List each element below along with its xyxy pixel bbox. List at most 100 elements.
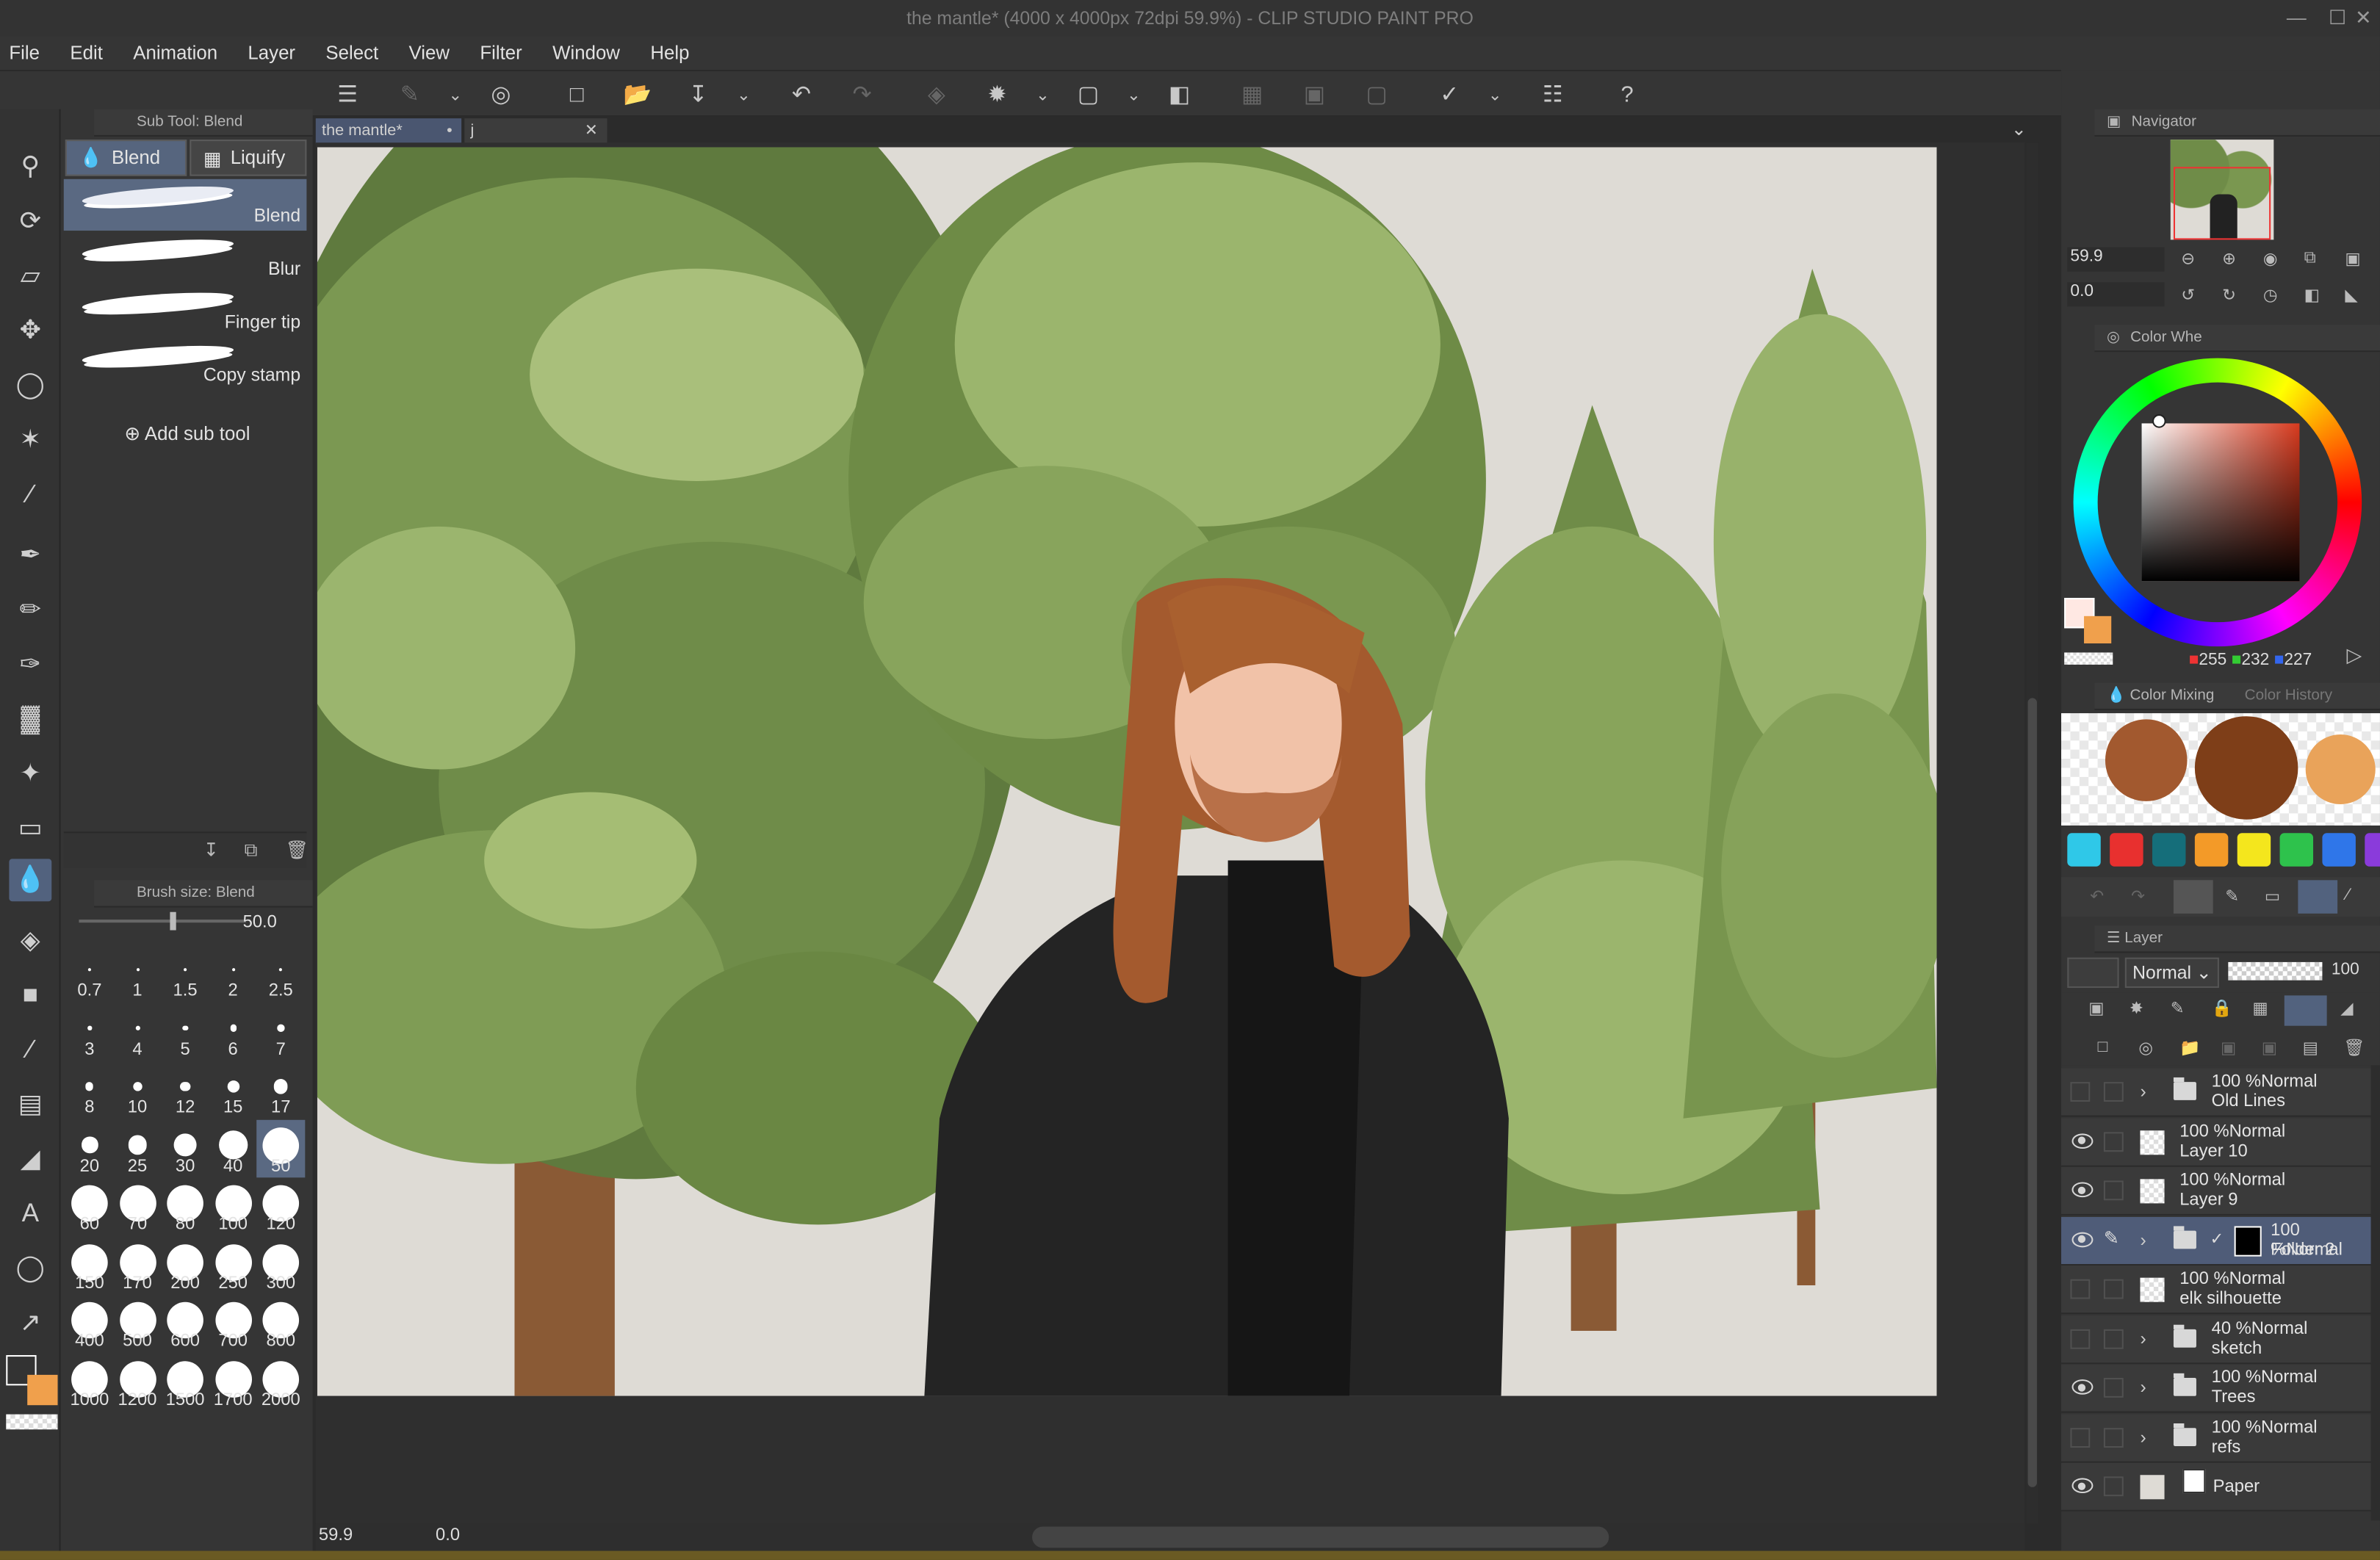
layer-scrollbar[interactable] (2370, 1065, 2380, 1521)
edit-toggle[interactable] (2103, 1131, 2124, 1152)
color-swatch[interactable] (2365, 833, 2380, 867)
brush-size-preset[interactable]: 80 (161, 1177, 209, 1235)
brush-size-preset[interactable]: 100 (209, 1177, 257, 1235)
brush-size-preset[interactable]: 700 (209, 1294, 257, 1352)
eraser-tool-icon[interactable]: ▭ (9, 807, 51, 850)
reference-chevron-icon[interactable]: ⌄ (1480, 79, 1510, 109)
transparent-color-swatch[interactable] (6, 1414, 58, 1430)
color-swatch[interactable] (2194, 833, 2229, 867)
chevron-down-icon[interactable]: ⌄ (440, 79, 470, 109)
brush-size-preset[interactable]: 12 (161, 1061, 209, 1119)
navigator-rotation-field[interactable]: 0.0 (2067, 282, 2165, 307)
brush-size-preset[interactable]: 50 (256, 1119, 306, 1177)
brush-size-preset[interactable]: 30 (161, 1119, 209, 1177)
visibility-toggle[interactable] (2070, 1082, 2091, 1102)
layer-row[interactable]: › 100 %Normal Trees (2061, 1364, 2374, 1413)
visibility-toggle[interactable] (2070, 1279, 2091, 1299)
chevron-right-icon[interactable]: › (2140, 1229, 2146, 1250)
brush-size-value[interactable]: 50.0 (243, 914, 277, 932)
layer-color-dropdown[interactable] (2067, 957, 2119, 989)
edit-toggle[interactable] (2103, 1476, 2124, 1497)
menu-window[interactable]: Window (552, 43, 620, 64)
subtool-tab-liquify[interactable]: ▦ Liquify (190, 140, 307, 176)
brush-copy-stamp[interactable]: Copy stamp (64, 339, 307, 390)
companion-mode-icon[interactable]: ☷ (1537, 79, 1568, 109)
navigator-thumbnail[interactable] (2170, 140, 2274, 240)
menu-select[interactable]: Select (325, 43, 378, 64)
brush-blend[interactable]: Blend (63, 178, 307, 231)
chevron-right-icon[interactable]: › (2140, 1327, 2146, 1348)
eye-icon[interactable] (2071, 1133, 2094, 1149)
open-file-icon[interactable]: 📂 (622, 79, 652, 109)
transform-chevron-icon[interactable]: ⌄ (1119, 79, 1149, 109)
brush-size-preset[interactable]: 2.5 (256, 944, 305, 1002)
eye-icon[interactable] (2071, 1478, 2094, 1494)
color-swatch[interactable] (2110, 833, 2143, 867)
zoom-out-icon[interactable]: ⊖ (2181, 249, 2195, 269)
tab-list-chevron-icon[interactable]: ⌄ (2011, 118, 2027, 140)
navigator-zoom-field[interactable]: 59.9 (2067, 247, 2165, 272)
brush-size-preset[interactable]: 300 (256, 1236, 305, 1294)
edit-toggle[interactable] (2103, 1279, 2124, 1299)
color-swatch[interactable] (2067, 833, 2101, 867)
merge-down-icon[interactable]: ▣ (2262, 1038, 2278, 1058)
brush-size-preset[interactable]: 10 (113, 1061, 162, 1119)
flip-icon[interactable]: ◧ (1164, 79, 1194, 109)
mask-icon[interactable]: ▤ (2303, 1038, 2319, 1058)
layer-row[interactable]: 100 %Normal Layer 10 (2061, 1117, 2374, 1166)
invert-selection-icon[interactable]: ▣ (1299, 79, 1330, 109)
airbrush-tool-icon[interactable]: ▓ (9, 698, 51, 740)
brush-size-preset[interactable]: 500 (113, 1294, 162, 1352)
edit-toggle[interactable] (2103, 1378, 2124, 1398)
brush-size-preset[interactable]: 70 (113, 1177, 162, 1235)
new-raster-layer-icon[interactable]: □ (2098, 1038, 2108, 1056)
brush-size-preset[interactable]: 1 (113, 944, 162, 1002)
new-folder-icon[interactable]: 📁 (2179, 1038, 2200, 1058)
brush-size-preset[interactable]: 20 (65, 1119, 114, 1177)
zoom-tool-icon[interactable]: ⚲ (9, 145, 51, 188)
color-swatch[interactable] (2152, 833, 2186, 867)
frame-border-tool-icon[interactable]: ▤ (9, 1083, 51, 1126)
redo-icon[interactable]: ↷ (847, 79, 877, 109)
fit-window-icon[interactable]: ⧉ (2304, 249, 2316, 269)
tab-j[interactable]: j ✕ (464, 118, 607, 145)
brush-size-preset[interactable]: 400 (65, 1294, 114, 1352)
blend-mode-dropdown[interactable]: Normal ⌄ (2124, 957, 2219, 989)
trash-icon[interactable]: 🗑 (285, 839, 308, 861)
brush-size-preset[interactable]: 120 (256, 1177, 305, 1235)
pen-tool-icon[interactable]: ✒ (9, 534, 51, 577)
menu-animation[interactable]: Animation (133, 43, 217, 64)
brush-size-preset[interactable]: 2 (209, 944, 257, 1002)
layer-row[interactable]: ✎ › ✓ 100 %Normal Folder 2 (2061, 1216, 2374, 1265)
eyedropper-tool-icon[interactable]: ∕ (9, 474, 51, 516)
pencil-tool-icon[interactable]: ✏ (9, 589, 51, 632)
decoration-tool-icon[interactable]: ✦ (9, 753, 51, 795)
mask-enable-button[interactable] (2284, 995, 2327, 1026)
brush-size-preset[interactable]: 8 (65, 1061, 114, 1119)
minimize-icon[interactable]: — (2276, 0, 2316, 37)
brush-size-preset[interactable]: 25 (113, 1119, 162, 1177)
mix-undo-icon[interactable]: ↶ (2090, 886, 2104, 906)
color-swatch[interactable] (2237, 833, 2271, 867)
layer-row[interactable]: Paper (2061, 1462, 2374, 1512)
brush-blur[interactable]: Blur (64, 232, 307, 284)
gradient-tool-icon[interactable]: ■ (9, 974, 51, 1016)
chevron-right-icon[interactable]: › (2140, 1080, 2146, 1102)
mix-pen-icon[interactable]: ✎ (2225, 886, 2239, 906)
layer-row[interactable]: › 100 %Normal Old Lines (2061, 1068, 2374, 1117)
mix-eraser-icon[interactable]: ▭ (2265, 886, 2281, 906)
copy-icon[interactable]: ↧ (203, 839, 219, 861)
rotate-right-icon[interactable]: ↻ (2222, 285, 2236, 305)
brush-size-preset[interactable]: 600 (161, 1294, 209, 1352)
brush-size-preset[interactable]: 4 (113, 1003, 162, 1061)
chevron-right-icon[interactable]: › (2140, 1426, 2146, 1447)
brush-size-preset[interactable]: 250 (209, 1236, 257, 1294)
status-zoom[interactable]: 59.9 (319, 1526, 353, 1545)
ruler-toggle-icon[interactable]: ◢ (2340, 998, 2353, 1019)
clipping-icon[interactable]: ▣ (2088, 998, 2105, 1019)
reference-layer-icon[interactable]: ✓ (1435, 79, 1465, 109)
mix-eyedropper-icon[interactable]: ∕ (2346, 886, 2349, 905)
deselect-icon[interactable]: ▢ (1361, 79, 1391, 109)
brush-size-preset[interactable]: 1500 (161, 1353, 209, 1411)
edit-pen-icon[interactable]: ✎ (2104, 1227, 2119, 1248)
